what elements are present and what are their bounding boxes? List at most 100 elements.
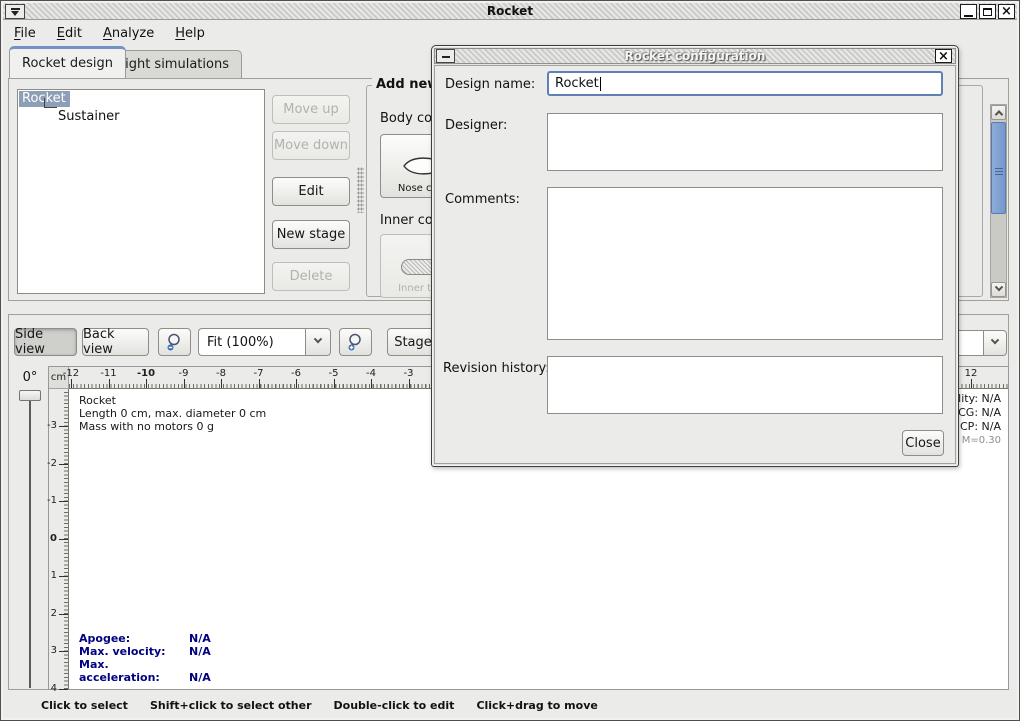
h-ruler-tick — [371, 379, 372, 388]
close-button[interactable]: × — [998, 4, 1015, 19]
dialog-titlebar[interactable]: Rocket configuration × — [434, 48, 956, 64]
h-ruler-tick — [409, 379, 410, 388]
dialog-close-action-button[interactable]: Close — [902, 430, 944, 456]
rotation-angle-value: 0° — [15, 367, 45, 387]
revision-history-textarea[interactable] — [547, 356, 943, 414]
hint-double-click: Double-click to edit — [334, 699, 455, 712]
back-view-button[interactable]: Back view — [82, 328, 149, 356]
h-ruler-label: -7 — [254, 368, 264, 379]
close-icon: × — [1001, 6, 1012, 17]
h-ruler-tick — [296, 379, 297, 388]
v-ruler-label: -3 — [47, 420, 57, 431]
minimize-button[interactable] — [960, 4, 977, 19]
menu-analyze[interactable]: Analyze — [103, 26, 154, 41]
h-ruler-label: -8 — [216, 368, 226, 379]
h-ruler-label: -11 — [100, 368, 116, 379]
chevron-down-icon — [991, 336, 999, 344]
v-ruler-tick — [59, 426, 68, 427]
scrollbar-grip-icon — [995, 167, 1003, 175]
stat-max-velocity-value: N/A — [189, 645, 211, 658]
edit-button[interactable]: Edit — [272, 177, 350, 206]
zoom-combo-arrow-button[interactable] — [305, 328, 331, 356]
window-title: Rocket — [3, 4, 1017, 18]
splitter-drag-handle[interactable] — [357, 167, 364, 213]
menu-help-mnemonic: H — [175, 26, 185, 41]
menu-edit-rest: dit — [65, 26, 82, 41]
tree-elbow-connector — [44, 98, 57, 108]
window-titlebar[interactable]: Rocket × — [3, 3, 1017, 20]
stat-apogee-value: N/A — [189, 632, 211, 645]
stage-combo-arrow-button[interactable] — [983, 330, 1007, 356]
dialog-close-button[interactable]: × — [935, 49, 952, 63]
text-caret — [600, 77, 601, 91]
rotation-slider-handle[interactable] — [19, 390, 41, 401]
v-ruler-label: 4 — [51, 682, 57, 693]
h-ruler-tick — [334, 379, 335, 388]
h-ruler-tick — [109, 379, 110, 388]
menu-analyze-rest: nalyze — [112, 26, 154, 41]
tab-rocket-design[interactable]: Rocket design — [9, 46, 126, 78]
tree-item-sustainer[interactable]: Sustainer — [58, 109, 120, 124]
designer-label: Designer: — [445, 118, 507, 133]
stat-apogee: Apogee:N/A — [79, 632, 211, 645]
h-ruler-tick — [184, 379, 185, 388]
scroll-down-button[interactable] — [991, 282, 1006, 297]
side-view-button[interactable]: Side view — [14, 328, 77, 356]
cp-label: CP: — [960, 420, 978, 433]
delete-button[interactable]: Delete — [272, 262, 350, 291]
cp-value: N/A — [982, 420, 1001, 433]
menu-file-rest: ile — [21, 26, 36, 41]
h-ruler-tick — [221, 379, 222, 388]
design-name-input[interactable]: Rocket — [547, 71, 943, 96]
menu-analyze-mnemonic: A — [103, 26, 112, 41]
zoom-out-button[interactable] — [158, 328, 191, 356]
stat-max-velocity: Max. velocity:N/A — [79, 645, 211, 658]
hint-click-drag: Click+drag to move — [476, 699, 597, 712]
h-ruler-tick — [971, 379, 972, 388]
h-ruler-label: -10 — [137, 368, 155, 379]
stat-max-acceleration: Max. acceleration:N/A — [79, 658, 211, 684]
rocket-info-line-1: Rocket — [79, 394, 266, 407]
h-ruler-label: -3 — [404, 368, 414, 379]
zoom-level-combo[interactable]: Fit (100%) — [198, 328, 331, 356]
component-tree[interactable]: Rocket Sustainer — [17, 89, 265, 294]
stat-max-acceleration-value: N/A — [189, 671, 211, 684]
rocket-info-line-3: Mass with no motors 0 g — [79, 420, 266, 433]
designer-textarea[interactable] — [547, 113, 943, 171]
v-ruler: -3-2-101234 — [49, 389, 69, 689]
scroll-up-button[interactable] — [991, 105, 1006, 120]
rocket-info-text: Rocket Length 0 cm, max. diameter 0 cm M… — [79, 394, 266, 433]
add-new-scrollbar[interactable] — [990, 104, 1007, 298]
stat-max-velocity-label: Max. velocity: — [79, 645, 189, 658]
new-stage-button[interactable]: New stage — [272, 220, 350, 249]
h-ruler-label: -5 — [329, 368, 339, 379]
h-ruler-label: -6 — [291, 368, 301, 379]
move-down-button[interactable]: Move down — [272, 131, 350, 160]
v-ruler-label: 2 — [51, 607, 57, 618]
chevron-down-icon — [314, 335, 322, 343]
maximize-icon — [983, 8, 992, 16]
design-name-label: Design name: — [445, 77, 535, 92]
v-ruler-label: -1 — [47, 495, 57, 506]
move-up-button[interactable]: Move up — [272, 95, 350, 124]
v-ruler-label: 0 — [50, 532, 57, 543]
comments-textarea[interactable] — [547, 187, 943, 340]
menu-file[interactable]: File — [14, 26, 36, 41]
v-ruler-tick — [59, 614, 68, 615]
h-ruler-label: 12 — [965, 368, 978, 379]
menu-edit[interactable]: Edit — [57, 26, 82, 41]
zoom-in-button[interactable] — [339, 328, 372, 356]
close-icon: × — [938, 51, 949, 62]
zoom-level-value[interactable]: Fit (100%) — [198, 328, 305, 356]
rotation-slider-track[interactable] — [29, 394, 31, 688]
stability-value: N/A — [982, 392, 1001, 405]
cg-label: CG: — [958, 406, 978, 419]
menu-help[interactable]: Help — [175, 26, 205, 41]
maximize-button[interactable] — [979, 4, 996, 19]
scrollbar-thumb[interactable] — [991, 122, 1006, 214]
v-ruler-label: 1 — [51, 570, 57, 581]
magnifier-plus-icon — [346, 332, 366, 352]
tab-flight-simulations-label: Flight simulations — [114, 57, 229, 72]
v-ruler-tick — [59, 464, 68, 465]
h-ruler-label: -12 — [63, 368, 79, 379]
